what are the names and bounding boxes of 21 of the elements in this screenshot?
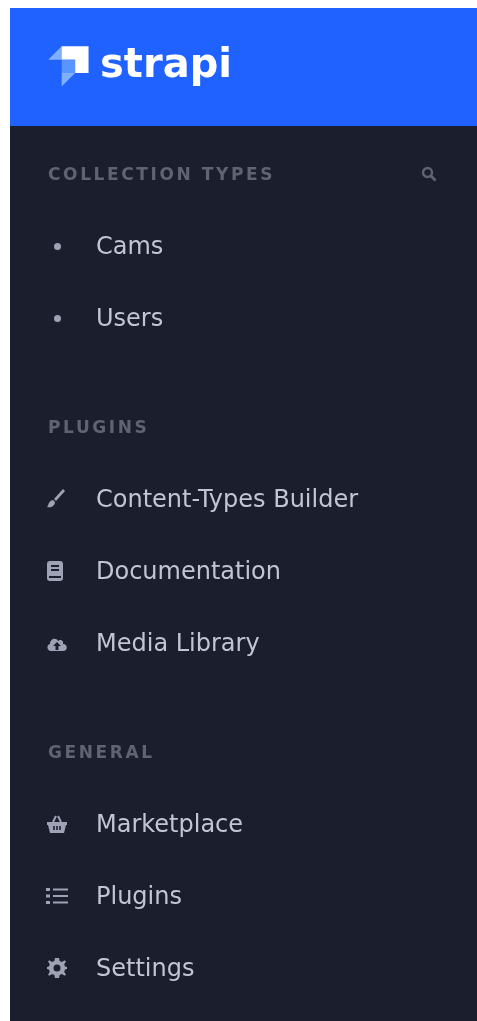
settings-icon bbox=[46, 957, 68, 979]
section-title: GENERAL bbox=[48, 742, 155, 762]
logo-text: strapi bbox=[100, 40, 232, 86]
search-icon[interactable] bbox=[421, 166, 437, 182]
sidebar-item[interactable]: Plugins bbox=[10, 860, 477, 932]
sidebar-item[interactable]: Users bbox=[10, 282, 477, 354]
sidebar-item[interactable]: Content-Types Builder bbox=[10, 463, 477, 535]
logo-icon bbox=[48, 45, 90, 89]
sidebar-item[interactable]: Media Library bbox=[10, 607, 477, 679]
sidebar-item[interactable]: Settings bbox=[10, 932, 477, 1004]
section-title: PLUGINS bbox=[48, 417, 150, 437]
sidebar-item[interactable]: Documentation bbox=[10, 535, 477, 607]
brush-icon bbox=[46, 488, 66, 510]
section-title: COLLECTION TYPES bbox=[48, 164, 276, 184]
basket-icon bbox=[46, 814, 68, 834]
bullet-icon bbox=[54, 314, 61, 322]
bullet-icon bbox=[54, 242, 61, 250]
sidebar-item[interactable]: Cams bbox=[10, 210, 477, 282]
book-icon bbox=[46, 560, 64, 582]
list-icon bbox=[46, 887, 68, 905]
sidebar-item[interactable]: Marketplace bbox=[10, 788, 477, 860]
